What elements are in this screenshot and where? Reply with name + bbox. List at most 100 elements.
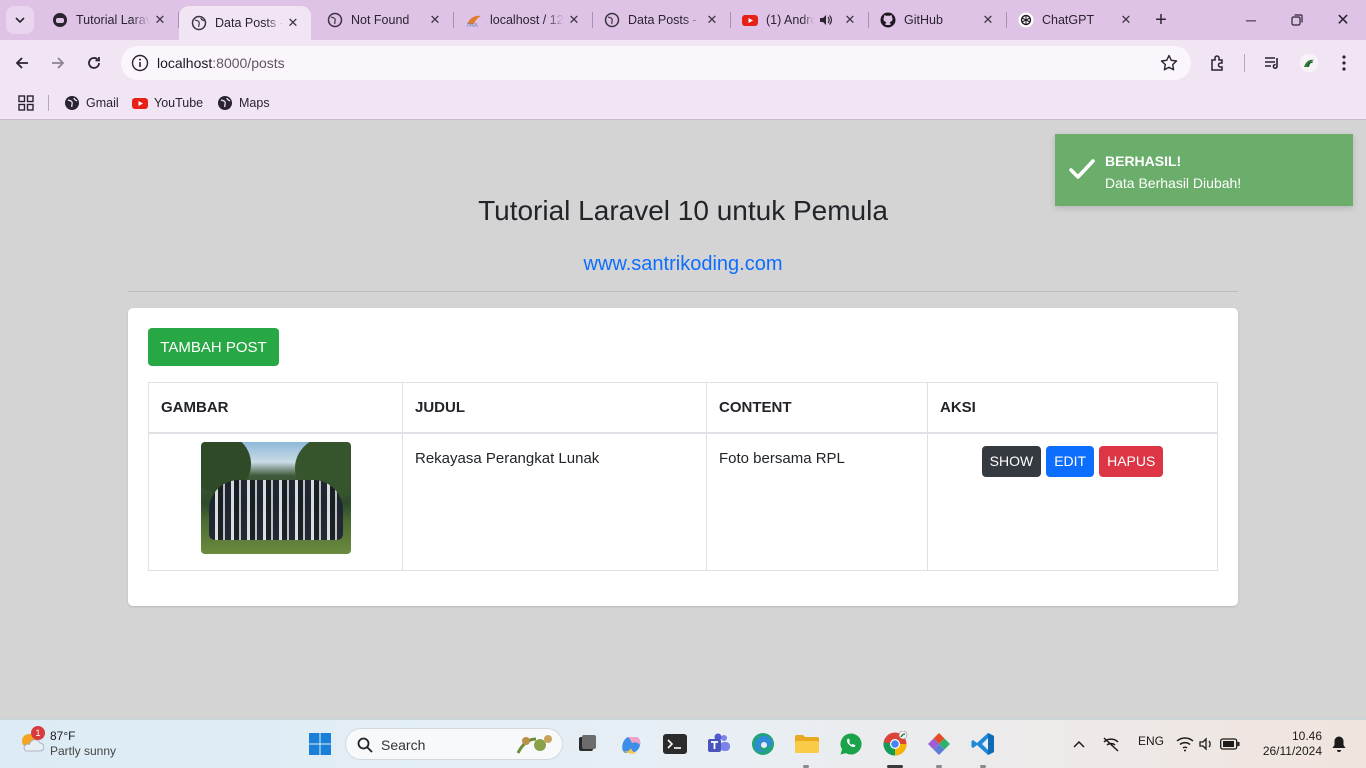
edge-button[interactable] [747, 728, 779, 760]
chevron-up-icon [1073, 740, 1085, 748]
chrome-button[interactable] [879, 728, 911, 760]
close-icon[interactable]: ✕ [283, 13, 303, 33]
apps-button[interactable] [18, 93, 34, 113]
chevron-down-icon [15, 17, 25, 24]
github-icon [880, 12, 896, 28]
git-app-button[interactable] [923, 728, 955, 760]
close-icon[interactable]: ✕ [840, 10, 860, 30]
posts-card: TAMBAH POST GAMBAR JUDUL CONTENT AKSI Re… [128, 308, 1238, 606]
search-icon [357, 737, 373, 753]
media-control-icon[interactable] [1261, 52, 1283, 74]
tab-phpmyadmin[interactable]: PMA localhost / 127.0.0.1 ✕ [454, 0, 593, 40]
posts-table: GAMBAR JUDUL CONTENT AKSI Rekayasa Peran… [148, 382, 1218, 571]
terminal-icon [663, 734, 687, 754]
weather-temp: 87°F [50, 729, 76, 743]
network-button[interactable] [1096, 728, 1126, 760]
bookmark-gmail[interactable]: Gmail [64, 93, 119, 113]
speaker-icon[interactable] [818, 13, 834, 27]
system-clock[interactable]: 10.46 26/11/2024 [1263, 729, 1322, 759]
close-window-button[interactable]: ✕ [1320, 0, 1366, 40]
tab-data-posts[interactable]: Data Posts - SantriKoding.com ✕ [592, 0, 731, 40]
tab-title: (1) Android [766, 13, 814, 27]
battery-icon [1220, 738, 1240, 750]
tab-tutorial-laravel[interactable]: Tutorial Laravel 10 untuk Pemula ✕ [40, 0, 179, 40]
edit-button[interactable]: EDIT [1046, 445, 1095, 477]
table-row: Rekayasa Perangkat Lunak Foto bersama RP… [148, 432, 1218, 571]
whatsapp-button[interactable] [835, 728, 867, 760]
close-icon[interactable]: ✕ [425, 10, 445, 30]
file-explorer-button[interactable] [791, 728, 823, 760]
language-indicator[interactable]: ENG [1138, 734, 1164, 748]
show-button[interactable]: SHOW [981, 445, 1042, 477]
search-highlight-icon [516, 735, 552, 754]
site-info-icon[interactable] [131, 54, 149, 72]
bookmark-label: YouTube [154, 96, 204, 110]
edge-icon [752, 733, 774, 755]
restore-button[interactable] [1274, 0, 1320, 40]
forward-button[interactable] [43, 48, 73, 78]
vscode-button[interactable] [967, 728, 999, 760]
tab-youtube[interactable]: (1) Android ✕ [730, 0, 869, 40]
new-tab-button[interactable]: + [1148, 8, 1174, 32]
copilot-taskbar-button[interactable] [615, 728, 647, 760]
git-app-icon [928, 733, 950, 755]
close-icon[interactable]: ✕ [1116, 10, 1136, 30]
weather-icon: 1 [18, 726, 45, 755]
teams-icon [708, 733, 730, 752]
tab-search-button[interactable] [6, 6, 34, 34]
terminal-button[interactable] [659, 728, 691, 760]
globe-icon [64, 95, 80, 111]
notifications-button[interactable] [1326, 728, 1352, 760]
taskbar-search[interactable]: Search [345, 728, 563, 760]
globe-icon [191, 15, 207, 31]
weather-widget[interactable]: 1 87°F Partly sunny [18, 726, 117, 759]
browser-tab-strip: Tutorial Laravel 10 untuk Pemula ✕ Data … [0, 0, 1366, 40]
bookmark-maps[interactable]: Maps [217, 93, 270, 113]
notification-badge: 1 [31, 726, 45, 740]
bookmark-star-icon[interactable] [1159, 53, 1179, 73]
add-post-button[interactable]: TAMBAH POST [148, 328, 279, 366]
tab-title: Tutorial Laravel 10 untuk Pemula [76, 13, 150, 27]
folder-icon [795, 735, 819, 753]
tab-data-posts-active[interactable]: Data Posts - SantriKoding.com ✕ [179, 6, 311, 40]
column-header-judul: JUDUL [402, 382, 707, 434]
delete-button[interactable]: HAPUS [1099, 445, 1164, 477]
weather-desc: Partly sunny [50, 744, 117, 758]
quick-settings-button[interactable] [1173, 728, 1243, 760]
tray-overflow-button[interactable] [1064, 728, 1094, 760]
close-icon[interactable]: ✕ [564, 10, 584, 30]
teams-button[interactable] [703, 728, 735, 760]
volume-icon [1199, 737, 1211, 751]
search-label: Search [381, 737, 426, 753]
globe-icon [327, 12, 343, 28]
apps-grid-icon [18, 95, 34, 111]
tab-title: localhost / 127.0.0.1 [490, 13, 564, 27]
tab-title: ChatGPT [1042, 13, 1095, 27]
minimize-button[interactable]: ─ [1228, 0, 1274, 40]
more-menu-icon[interactable] [1333, 52, 1355, 74]
close-icon[interactable]: ✕ [978, 10, 998, 30]
address-bar[interactable]: localhost:8000/posts [121, 46, 1191, 80]
no-connection-icon [1103, 737, 1119, 752]
profile-avatar[interactable] [1298, 52, 1320, 74]
back-button[interactable] [7, 48, 37, 78]
success-toast[interactable]: BERHASIL! Data Berhasil Diubah! [1055, 134, 1353, 206]
toast-title: BERHASIL! [1105, 153, 1182, 169]
tab-chatgpt[interactable]: ChatGPT ✕ [1006, 0, 1144, 40]
url-text[interactable]: localhost:8000/posts [157, 55, 285, 71]
vscode-icon [971, 733, 994, 755]
phpmyadmin-icon: PMA [466, 12, 482, 28]
copilot-icon [52, 12, 68, 28]
close-icon[interactable]: ✕ [702, 10, 722, 30]
column-header-content: CONTENT [706, 382, 928, 434]
extensions-icon[interactable] [1207, 52, 1229, 74]
close-icon[interactable]: ✕ [150, 10, 170, 30]
tab-not-found[interactable]: Not Found ✕ [315, 0, 454, 40]
checkmark-icon [1069, 159, 1095, 179]
bookmark-youtube[interactable]: YouTube [132, 93, 203, 113]
reload-button[interactable] [79, 48, 109, 78]
site-link[interactable]: www.santrikoding.com [0, 253, 1366, 276]
tab-github[interactable]: GitHub ✕ [868, 0, 1007, 40]
start-button[interactable] [304, 728, 336, 760]
task-view-button[interactable] [571, 728, 603, 760]
